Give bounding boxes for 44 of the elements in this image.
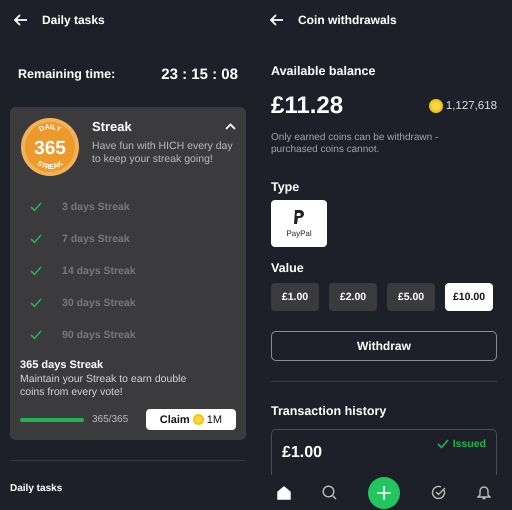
screen-title: Coin withdrawals xyxy=(298,13,397,27)
back-arrow-icon[interactable] xyxy=(270,14,284,26)
check-icon xyxy=(436,439,449,449)
section-title: Daily tasks xyxy=(10,483,64,494)
progress-reading: 365/365 xyxy=(92,414,130,425)
goal-description: Maintain your Streak to earn double coins from every vote! xyxy=(20,373,188,399)
value-option[interactable]: £2.00 xyxy=(329,283,377,311)
milestone-label: 90 days Streak xyxy=(62,329,136,341)
home-icon[interactable] xyxy=(277,486,292,500)
back-arrow-icon[interactable] xyxy=(14,14,28,26)
screen-title: Daily tasks xyxy=(42,13,105,27)
milestone-label: 3 days Streak xyxy=(62,201,130,213)
search-icon[interactable] xyxy=(322,485,338,500)
coin-icon xyxy=(192,414,204,425)
coin-count: 1,127,618 xyxy=(446,100,497,112)
milestone-label: 7 days Streak xyxy=(62,233,130,245)
withdraw-button[interactable]: Withdraw xyxy=(271,331,497,361)
add-button[interactable] xyxy=(368,476,400,508)
countdown-timer: 23 : 15 : 08 xyxy=(161,66,238,82)
value-label: Value xyxy=(271,261,305,275)
card-title: Streak xyxy=(92,119,132,134)
transaction-amount: £1.00 xyxy=(282,444,322,462)
card-description: Have fun with HICH every day to keep your streak going! xyxy=(92,140,234,166)
withdrawal-note: Only earned coins can be withdrawn - purchased coins cannot. xyxy=(271,132,440,156)
coin-icon xyxy=(428,99,443,113)
claim-button[interactable]: Claim 1M xyxy=(146,409,236,430)
value-option[interactable]: £5.00 xyxy=(387,283,435,311)
chevron-up-icon[interactable] xyxy=(225,123,236,130)
type-label: Type xyxy=(271,180,300,194)
milestone-label: 14 days Streak xyxy=(62,265,136,277)
payment-type-option[interactable]: PayPal xyxy=(271,200,327,247)
logo xyxy=(293,210,305,224)
check-circle-icon[interactable] xyxy=(430,485,446,500)
goal-title: 365 days Streak xyxy=(20,359,104,371)
balance-label: Available balance xyxy=(271,64,376,78)
history-title: Transaction history xyxy=(271,404,388,418)
milestone-label: 30 days Streak xyxy=(62,297,136,309)
plus-icon xyxy=(376,484,392,500)
value-option[interactable]: £10.00 xyxy=(445,283,493,311)
value-option[interactable]: £1.00 xyxy=(271,283,319,311)
balance-amount: £11.28 xyxy=(271,92,344,120)
transaction-status: Issued xyxy=(452,438,486,450)
bell-icon[interactable] xyxy=(476,485,491,500)
remaining-label: Remaining time: xyxy=(18,67,116,81)
